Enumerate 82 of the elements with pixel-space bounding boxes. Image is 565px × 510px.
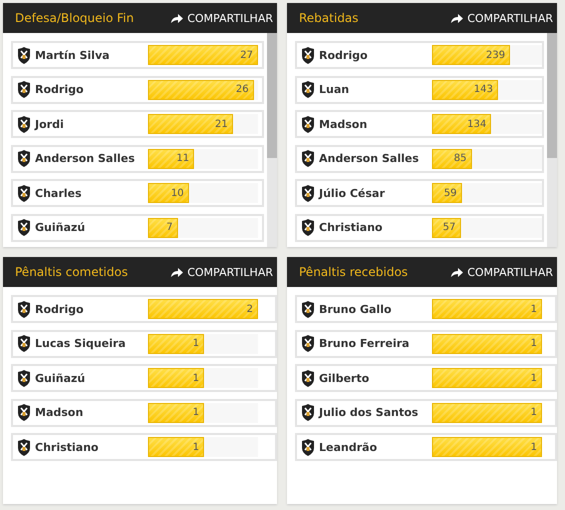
stat-bar: 11 [148,148,194,168]
stat-bar: 1 [148,402,204,422]
shield-icon [301,300,315,318]
panel-title: Pênaltis recebidos [299,265,408,279]
scrollbar-thumb[interactable] [547,33,557,158]
player-name: Guiñazú [35,221,86,234]
share-link[interactable]: COMPARTILHAR [171,12,273,24]
stat-bar: 85 [432,148,472,168]
stat-bar: 27 [148,45,258,65]
player-name: Guiñazú [35,372,86,384]
scrollbar[interactable] [547,33,557,247]
stat-bar: 1 [432,299,542,319]
stat-bar: 2 [148,299,258,319]
shield-icon [17,219,31,236]
stat-bar: 1 [432,437,542,457]
player-name: Luan [319,83,350,96]
shield-icon [17,370,31,386]
shield-icon [17,150,31,167]
stat-bar: 1 [432,334,542,354]
shield-icon [301,335,315,352]
shield-icon [301,184,315,202]
panel-title: Rebatidas [299,11,358,25]
stat-bar: 239 [432,45,510,65]
panel-title: Defesa/Bloqueio Fin [15,11,134,25]
stat-bar: 1 [432,402,542,422]
player-name: Bruno Ferreira [319,337,410,350]
stat-bar: 1 [148,437,204,457]
stat-bar: 143 [432,80,498,100]
shield-icon [17,81,31,98]
share-link[interactable]: COMPARTILHAR [451,266,553,278]
shield-icon [301,116,315,132]
stat-bar: 10 [148,183,189,203]
share-arrow-icon [451,268,464,276]
stat-bar: 1 [148,368,204,388]
share-link[interactable]: COMPARTILHAR [171,266,273,278]
player-name: Rodrigo [35,83,85,96]
stat-bar: 1 [148,334,204,354]
scrollbar-thumb[interactable] [267,33,277,158]
player-name: Anderson Salles [319,152,420,165]
player-name: Leandrão [319,440,378,454]
shield-icon [17,438,31,456]
shield-icon [17,300,31,318]
shield-icon [301,404,315,421]
stat-bar: 21 [148,114,233,134]
player-name: Rodrigo [319,48,369,62]
shield-icon [17,404,31,421]
stat-bar: 1 [432,368,542,388]
player-name: Gilberto [319,372,370,384]
scrollbar[interactable] [267,33,277,247]
player-name: Martín Silva [35,48,111,62]
shield-icon [301,46,315,64]
player-name: Jordi [35,118,65,130]
player-name: Rodrigo [35,302,85,316]
share-arrow-icon [171,14,184,22]
player-name: Charles [35,186,83,200]
player-name: Madson [319,118,368,130]
shield-icon [301,150,315,167]
share-arrow-icon [171,268,184,276]
share-arrow-icon [451,14,464,22]
shield-icon [301,219,315,236]
shield-icon [17,335,31,352]
player-name: Anderson Salles [35,152,136,165]
player-name: Bruno Gallo [319,302,392,316]
stat-bar: 57 [432,218,461,238]
share-link[interactable]: COMPARTILHAR [451,12,553,24]
stat-bar: 26 [148,80,254,100]
player-name: Júlio César [319,186,386,200]
shield-icon [17,116,31,132]
player-name: Christiano [319,221,384,234]
player-name: Julio dos Santos [319,406,420,419]
shield-icon [301,81,315,98]
stat-bar: 59 [432,183,462,203]
shield-icon [301,370,315,386]
stat-bar: 134 [432,114,492,134]
stat-bar: 7 [148,218,178,238]
player-name: Madson [35,406,84,419]
shield-icon [17,46,31,64]
player-name: Christiano [35,440,100,454]
panel-title: Pênaltis cometidos [15,265,128,279]
player-name: Lucas Siqueira [35,337,127,350]
shield-icon [17,184,31,202]
shield-icon [301,438,315,456]
